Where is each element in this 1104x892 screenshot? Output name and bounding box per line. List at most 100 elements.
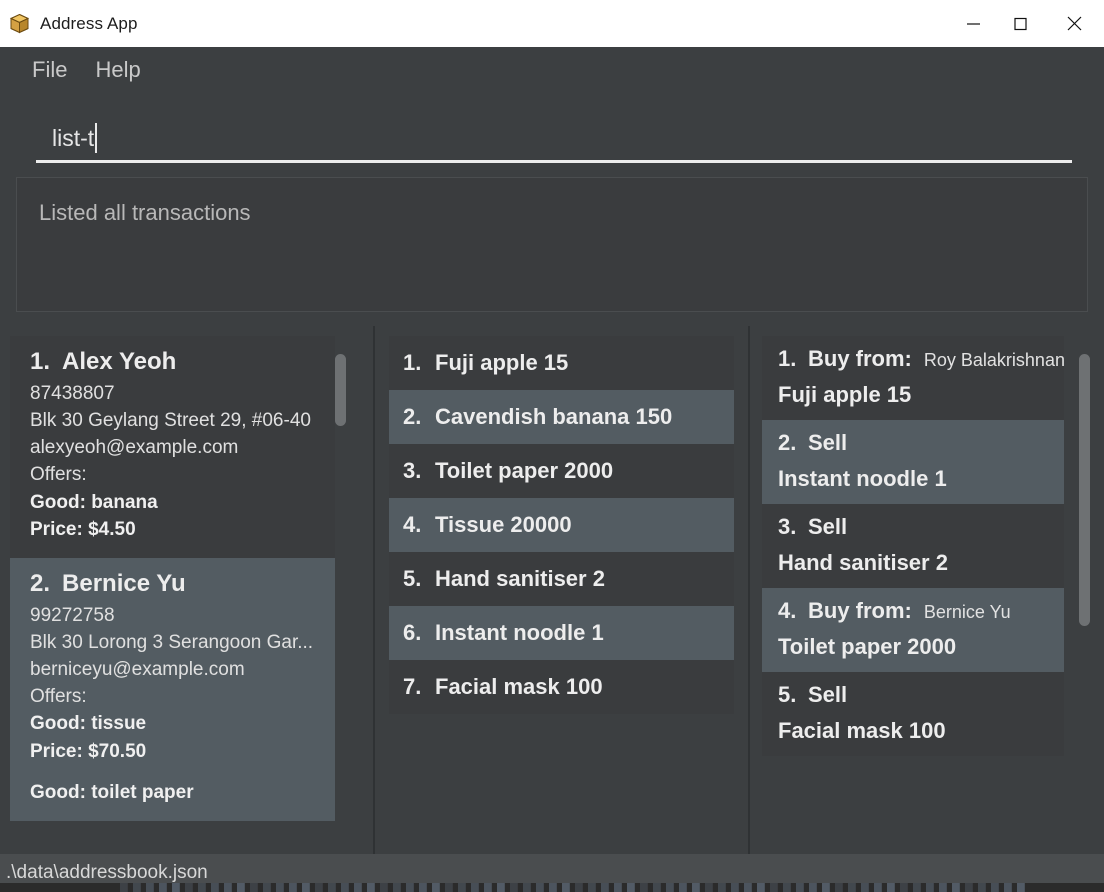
background-text-fragment: █ [419,883,427,892]
background-text-fragment: █ [172,883,180,892]
menu-item-help[interactable]: Help [81,55,154,87]
minimize-button[interactable] [950,0,997,47]
transaction-good: Hand sanitiser 2 [778,550,948,575]
transaction-index: 5. [778,682,797,707]
transaction-header: 4. Buy from: Bernice Yu [778,598,1064,624]
good-list[interactable]: 1. Fuji apple 15 2. Cavendish banana 150 3. T… [389,336,734,714]
transaction-good: Toilet paper 2000 [778,634,957,659]
good-row[interactable]: 5. Hand sanitiser 2 [389,552,734,606]
text-caret [95,123,98,153]
background-text-fragment: █ [250,883,258,892]
command-area: list-t [0,95,1104,163]
background-text-fragment: █ [315,883,323,892]
good-label: Tissue 20000 [435,512,572,537]
background-text-fragment: █ [497,883,505,892]
transaction-list-scroll-thumb[interactable] [1079,354,1090,626]
background-text-fragment: █ [796,883,804,892]
good-row[interactable]: 7. Facial mask 100 [389,660,734,714]
person-name-row: 2. Bernice Yu [30,570,319,598]
status-bar-file-path: .\data\addressbook.json [6,862,208,883]
transaction-row[interactable]: 5. Sell Facial mask 100 [762,672,1064,756]
person-offers-label: Offers: [30,464,87,486]
background-text-fragment: █ [146,883,154,892]
transaction-good: Facial mask 100 [778,718,946,743]
good-row[interactable]: 3. Toilet paper 2000 [389,444,734,498]
background-text-fragment: █ [627,883,635,892]
good-row[interactable]: 4. Tissue 20000 [389,498,734,552]
close-icon [1065,14,1084,33]
person-phone: 87438807 [30,383,115,404]
background-text-fragment: █ [133,883,141,892]
good-row[interactable]: 2. Cavendish banana 150 [389,390,734,444]
background-text-fragment: █ [263,883,271,892]
background-text-fragment: █ [211,883,219,892]
background-text-fragment: █ [562,883,570,892]
background-text-fragment: █ [770,883,778,892]
package-box-icon [9,13,30,34]
good-row[interactable]: 6. Instant noodle 1 [389,606,734,660]
background-text-fragment: █ [861,883,869,892]
background-text-fragment: █ [926,883,934,892]
offer-good: Good: tissue [30,713,147,735]
good-label: Toilet paper 2000 [435,458,614,483]
background-text-fragment: █ [835,883,843,892]
transaction-type: Buy from: [808,346,912,371]
person-email: berniceyu@example.com [30,659,245,681]
background-text-fragment: █ [991,883,999,892]
good-label: Instant noodle 1 [435,620,604,645]
person-card[interactable]: 1. Alex Yeoh 87438807 Blk 30 Geylang Street… [10,336,335,558]
person-list-panel: 1. Alex Yeoh 87438807 Blk 30 Geylang Street… [0,326,375,854]
transaction-good: Instant noodle 1 [778,466,947,491]
transaction-header: 3. Sell [778,514,1064,540]
background-text-fragment: █ [445,883,453,892]
person-list-scrollbar[interactable] [334,336,347,848]
background-text-fragment: █ [1017,883,1025,892]
result-display-box[interactable]: Listed all transactions [16,177,1088,312]
background-window-sliver: █ █ █ █ █ █ █ █ █ █ █ █ █ █ █ █ █ █ █ █ █ █ █ █ █ █ █ █ █ █ █ █ █ █ █ █ █ █ █ █… [0,883,1104,892]
background-text-fragment: █ [120,883,128,892]
background-text-fragment: █ [887,883,895,892]
command-input[interactable]: list-t [16,107,1088,163]
transaction-row[interactable]: 1. Buy from: Roy Balakrishnan Fuji apple 15 [762,336,1065,420]
background-text-fragment: █ [692,883,700,892]
maximize-button[interactable] [997,0,1044,47]
title-bar-left: Address App [0,13,950,34]
transaction-row[interactable]: 3. Sell Hand sanitiser 2 [762,504,1064,588]
background-text-fragment: █ [575,883,583,892]
background-text-fragment: █ [471,883,479,892]
main-panels: 1. Alex Yeoh 87438807 Blk 30 Geylang Street… [0,326,1104,854]
background-text-fragment: █ [666,883,674,892]
person-name: Alex Yeoh [62,348,177,375]
transaction-header: 1. Buy from: Roy Balakrishnan [778,346,1065,372]
person-email: alexyeoh@example.com [30,437,239,459]
good-label: Hand sanitiser 2 [435,566,605,591]
background-text-fragment: █ [159,883,167,892]
person-address: Blk 30 Lorong 3 Serangoon Gar... [30,631,314,653]
person-list-scroll-thumb[interactable] [335,354,346,426]
person-list[interactable]: 1. Alex Yeoh 87438807 Blk 30 Geylang Street… [10,336,373,821]
transaction-list-scrollbar[interactable] [1078,336,1091,848]
background-text-fragment: █ [302,883,310,892]
transaction-row[interactable]: 2. Sell Instant noodle 1 [762,420,1064,504]
menu-item-file[interactable]: File [18,55,81,87]
person-card[interactable]: 2. Bernice Yu 99272758 Blk 30 Lorong 3 Sera… [10,557,335,821]
good-list-panel: 1. Fuji apple 15 2. Cavendish banana 150 3. T… [375,326,750,854]
background-text-fragment: █ [406,883,414,892]
transaction-list[interactable]: 1. Buy from: Roy Balakrishnan Fuji apple 15… [762,336,1102,756]
background-text-fragment: █ [822,883,830,892]
background-text-fragment: █ [523,883,531,892]
background-text-fragment: █ [393,883,401,892]
transaction-row[interactable]: 4. Buy from: Bernice Yu Toilet paper 2000 [762,588,1064,672]
transaction-header: 2. Sell [778,430,1064,456]
good-row[interactable]: 1. Fuji apple 15 [389,336,734,390]
transaction-type: Sell [808,682,848,707]
background-text-fragment: █ [367,883,375,892]
good-index: 5. [403,566,422,591]
good-index: 2. [403,404,422,429]
transaction-party: Bernice Yu [923,602,1011,622]
close-button[interactable] [1044,0,1104,47]
minimize-icon [965,15,982,32]
background-text-fragment: █ [679,883,687,892]
offer-price: Price: $70.50 [30,740,147,762]
transaction-good: Fuji apple 15 [778,382,912,407]
